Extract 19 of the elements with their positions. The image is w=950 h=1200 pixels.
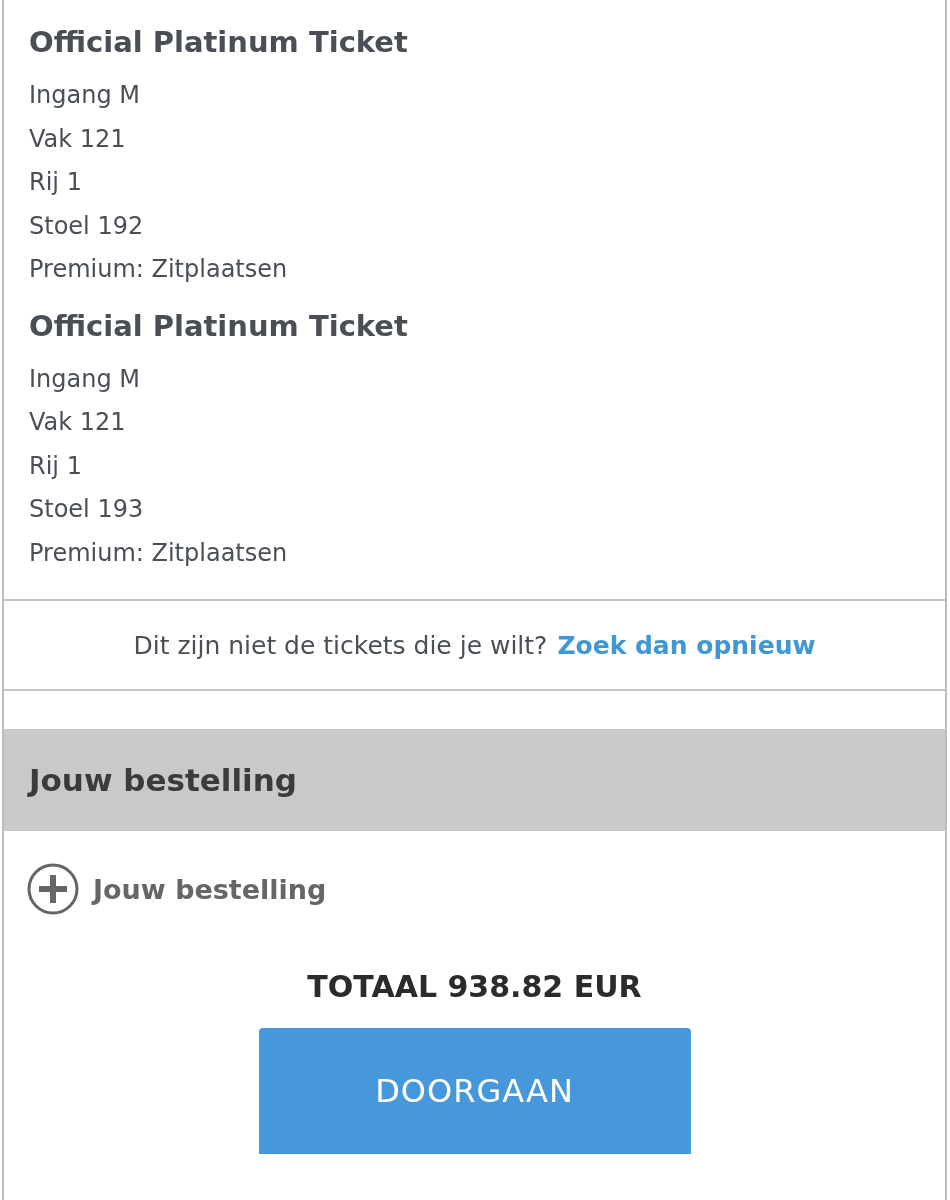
ticket-detail: Ingang M	[29, 80, 141, 111]
order-toggle[interactable]: Jouw bestelling	[4, 831, 945, 917]
plus-circle-icon	[27, 863, 79, 915]
ticket-detail: Rij 1	[29, 167, 83, 198]
order-total: TOTAAL 938.82 EUR	[306, 969, 643, 1006]
ticket-title: Official Platinum Ticket	[29, 307, 409, 345]
ticket-detail: Ingang M	[29, 363, 141, 395]
ticket-detail: Stoel 193	[29, 494, 145, 525]
ticket-detail: Premium: Zitplaatsen	[29, 254, 289, 285]
ticket-detail: Vak 121	[29, 123, 127, 155]
search-again-link[interactable]: Zoek dan opnieuw	[557, 630, 816, 660]
section-heading: Jouw bestelling	[4, 729, 945, 831]
ticket-title: Official Platinum Ticket	[29, 24, 409, 61]
ticket-detail: Rij 1	[29, 450, 83, 482]
continue-button[interactable]: DOORGAAN	[258, 1028, 691, 1154]
ticket-detail: Premium: Zitplaatsen	[29, 537, 289, 569]
help-text: Dit zijn niet de tickets die je wilt?	[133, 630, 548, 660]
ticket-detail: Vak 121	[29, 407, 127, 438]
ticket-detail: Stoel 192	[29, 210, 145, 242]
